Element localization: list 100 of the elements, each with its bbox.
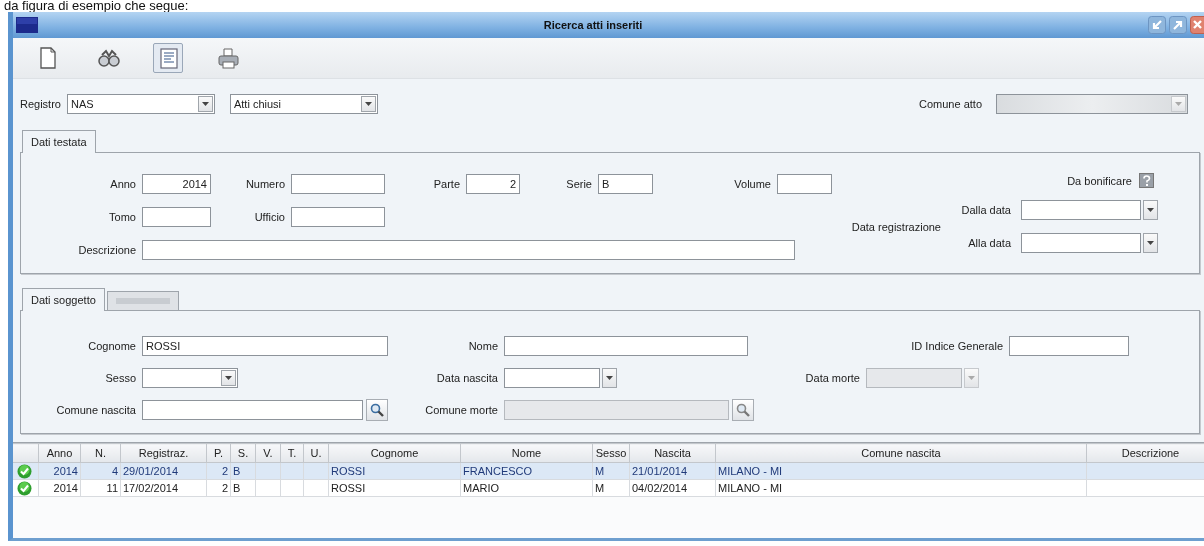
search-icon	[736, 403, 750, 417]
table-cell: FRANCESCO	[463, 465, 533, 477]
caret-icon	[1147, 241, 1154, 245]
column-header[interactable]: N.	[80, 443, 121, 463]
text-field[interactable]	[142, 400, 363, 420]
field-label: Descrizione	[77, 244, 136, 256]
text-field[interactable]: 2	[466, 174, 520, 194]
field-label: Volume	[733, 178, 771, 190]
dropdown[interactable]: NAS	[66, 94, 215, 114]
field-label: Nome	[467, 340, 498, 352]
column-header[interactable]: S.	[230, 443, 256, 463]
caret-icon	[1147, 208, 1154, 212]
column-header[interactable]: P.	[206, 443, 231, 463]
field-label: Comune morte	[424, 404, 498, 416]
table-cell: B	[233, 482, 241, 494]
table-cell: B	[233, 465, 241, 477]
field-label: Anno	[109, 178, 136, 190]
table-cell: MILANO - MI	[718, 482, 783, 494]
table-cell: MILANO - MI	[718, 465, 783, 477]
text-field[interactable]: 2014	[142, 174, 211, 194]
column-header[interactable]: V.	[255, 443, 281, 463]
table-cell: 04/02/2014	[632, 482, 688, 494]
field-label: Registro	[20, 98, 61, 110]
table-cell: 21/01/2014	[632, 465, 688, 477]
text-field[interactable]	[142, 207, 211, 227]
search-button[interactable]	[366, 399, 388, 421]
search-button[interactable]	[732, 399, 754, 421]
table-cell: 11	[106, 482, 118, 494]
dropdown-button[interactable]	[197, 96, 213, 112]
caret-icon	[201, 102, 209, 106]
field-label: Alla data	[967, 237, 1011, 249]
search-icon	[370, 403, 384, 417]
field-label: Numero	[244, 178, 285, 190]
dropdown-button[interactable]	[602, 368, 617, 388]
column-header[interactable]: Sesso	[592, 443, 630, 463]
column-header[interactable]: Nascita	[629, 443, 716, 463]
text-field[interactable]: ROSSI	[142, 336, 388, 356]
text-field[interactable]	[1009, 336, 1129, 356]
field-label: Data morte	[804, 372, 860, 384]
table-cell: 2014	[53, 465, 78, 477]
column-header[interactable]: Anno	[38, 443, 81, 463]
table-cell: ROSSI	[331, 482, 366, 494]
column-header[interactable]: Cognome	[328, 443, 461, 463]
caret-icon	[1175, 102, 1182, 106]
table-cell: 4	[111, 465, 118, 477]
table-cell: 2014	[53, 482, 78, 494]
text-field[interactable]	[142, 240, 795, 260]
field-label: Comune atto	[919, 98, 982, 110]
column-header[interactable]: T.	[280, 443, 304, 463]
table-row[interactable]: 2014 4 29/01/2014 2 B ROSSI FRANCESCO M 21/01/2014 MILANO - MI	[13, 462, 1204, 480]
column-header[interactable]: Comune nascita	[715, 443, 1087, 463]
text-field[interactable]	[504, 336, 748, 356]
date-field[interactable]	[1021, 200, 1141, 220]
date-field[interactable]	[1021, 233, 1141, 253]
table-cell: M	[595, 465, 605, 477]
table-cell: MARIO	[463, 482, 500, 494]
text-field[interactable]	[291, 207, 385, 227]
maximize-button[interactable]	[1169, 16, 1187, 34]
minimize-button[interactable]	[1148, 16, 1166, 34]
table-cell: ROSSI	[331, 465, 366, 477]
caret-icon	[225, 376, 232, 380]
field-label: Tomo	[108, 211, 136, 223]
column-header[interactable]: Nome	[460, 443, 593, 463]
checkbox[interactable]	[1139, 173, 1154, 188]
caption-text: da figura di esempio che segue:	[3, 0, 190, 12]
field-label: Dalla data	[960, 204, 1011, 216]
table-cell: 29/01/2014	[123, 465, 179, 477]
dropdown-button[interactable]	[1143, 233, 1158, 253]
close-button[interactable]	[1190, 16, 1204, 34]
field-label: Data nascita	[435, 372, 498, 384]
field-label: Serie	[565, 178, 592, 190]
tab[interactable]: Dati soggetto	[22, 288, 105, 311]
app-icon	[16, 17, 38, 33]
dropdown-button[interactable]	[1143, 200, 1158, 220]
table-cell: 17/02/2014	[123, 482, 179, 494]
field-label: ID Indice Generale	[910, 340, 1003, 352]
dropdown-button[interactable]	[221, 370, 236, 386]
dropdown[interactable]: Atti chiusi	[229, 94, 378, 114]
field-label: Parte	[432, 178, 460, 190]
caret-icon	[364, 102, 372, 106]
text-field[interactable]	[777, 174, 832, 194]
column-header[interactable]	[13, 443, 39, 463]
table-cell: M	[595, 482, 605, 494]
tab[interactable]: Dati testata	[22, 130, 96, 153]
printer-icon	[216, 46, 240, 70]
text-field[interactable]: B	[598, 174, 653, 194]
field-label: Data registrazione	[851, 220, 941, 233]
table-cell: 2	[221, 465, 228, 477]
field-label: Comune nascita	[55, 404, 136, 416]
field-label: Ufficio	[253, 211, 285, 223]
column-header[interactable]: U.	[303, 443, 329, 463]
table-row[interactable]: 2014 11 17/02/2014 2 B ROSSI MARIO M 04/02/2014 MILANO - MI	[13, 479, 1204, 497]
field-label: Cognome	[87, 340, 136, 352]
dropdown-button[interactable]	[360, 96, 376, 112]
column-header[interactable]: Descrizione	[1086, 443, 1204, 463]
column-header[interactable]: Registraz.	[120, 443, 207, 463]
caret-icon	[968, 376, 975, 380]
date-field[interactable]	[504, 368, 600, 388]
field-label: Sesso	[104, 372, 136, 384]
text-field[interactable]	[291, 174, 385, 194]
